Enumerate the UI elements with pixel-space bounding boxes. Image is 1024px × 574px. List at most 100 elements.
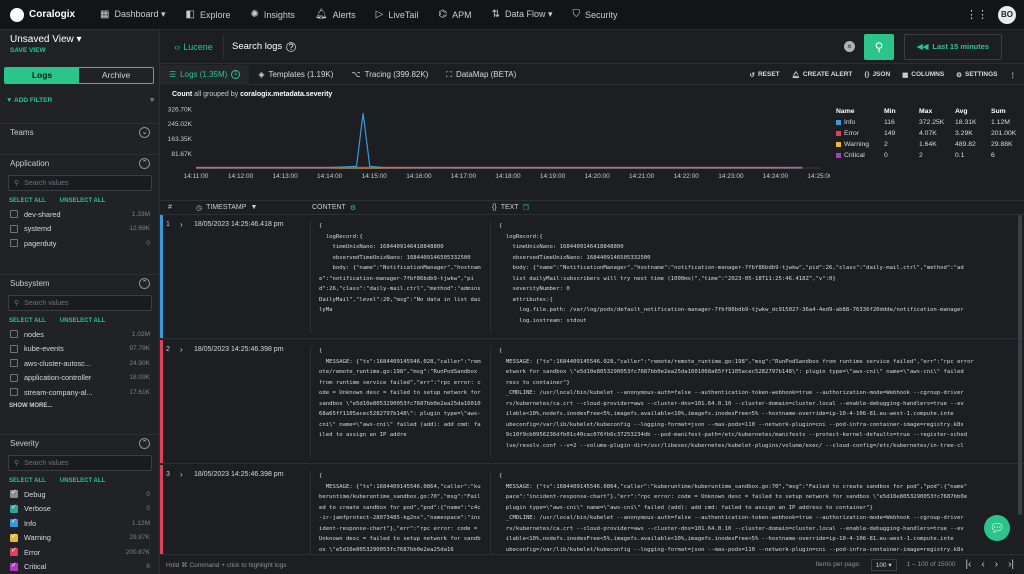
columns-button[interactable]: ▦ COLUMNS xyxy=(902,71,944,79)
legend-row[interactable]: Warning 2 1.64K 489.82 29.88K xyxy=(836,139,1020,150)
subsystem-search-input[interactable]: ⚲ Search values xyxy=(8,295,152,311)
chevron-right-icon[interactable]: › xyxy=(180,470,183,479)
items-per-page-select[interactable]: 100 ▾ xyxy=(870,558,897,571)
column-content[interactable]: CONTENT ⚙ xyxy=(312,204,356,212)
logs-tab[interactable]: Logs xyxy=(5,68,79,83)
checkbox[interactable] xyxy=(10,210,18,219)
application-search-input[interactable]: ⚲ Search values xyxy=(8,175,152,191)
legend-row[interactable]: Error 149 4.07K 3.29K 201.00K xyxy=(836,128,1020,139)
checkbox[interactable] xyxy=(10,517,18,528)
filter-item[interactable]: stream-company-al... 17.61K xyxy=(0,385,159,400)
tab-templates[interactable]: ◈ Templates (1.19K) xyxy=(249,65,342,85)
checkbox[interactable] xyxy=(10,330,18,339)
checkbox[interactable] xyxy=(10,373,18,382)
filter-item[interactable]: application-controller 18.09K xyxy=(0,371,159,386)
checkbox[interactable] xyxy=(10,561,18,571)
tab-logs[interactable]: ☰ Logs (1.35M) 1 xyxy=(160,64,250,85)
column-text[interactable]: {} TEXT ❐ xyxy=(492,204,529,212)
collapse-sidebar-icon[interactable]: ≡ xyxy=(150,97,154,104)
avatar[interactable]: BO xyxy=(998,5,1016,24)
filter-item[interactable]: Verbose 0 xyxy=(0,502,159,517)
table-row[interactable]: 2 › 18/05/2023 14:25:46.398 pm { MESSAGE: {… xyxy=(160,340,1024,464)
coralogix-logo[interactable]: Coralogix xyxy=(0,7,90,22)
search-input[interactable]: Search logs ? × xyxy=(224,35,864,59)
reset-button[interactable]: ↺ RESET xyxy=(750,71,780,79)
filter-item[interactable]: Debug 0 xyxy=(0,487,159,502)
save-view-link[interactable]: SAVE VIEW xyxy=(0,45,159,56)
nav-item-dashboard[interactable]: ▦ Dashboard ▾ xyxy=(90,0,176,30)
chevron-down-icon[interactable]: ⌄ xyxy=(139,126,150,138)
nav-item-livetail[interactable]: ▷ LiveTail xyxy=(366,0,429,30)
settings-button[interactable]: ⚙ SETTINGS xyxy=(956,71,997,79)
filter-item[interactable]: pagerduty 0 xyxy=(0,236,159,251)
view-title[interactable]: Unsaved View ▾ xyxy=(0,30,159,45)
checkbox[interactable] xyxy=(10,239,18,248)
select-all-button[interactable]: SELECT ALL xyxy=(9,318,46,324)
create-alert-button[interactable]: 🔔︎ CREATE ALERT xyxy=(792,71,853,79)
clear-search-icon[interactable]: × xyxy=(844,41,855,52)
checkbox[interactable] xyxy=(10,503,18,513)
chevron-up-icon[interactable]: ⌃ xyxy=(139,437,150,449)
select-all-button[interactable]: SELECT ALL xyxy=(9,198,46,204)
series-line-info[interactable] xyxy=(196,113,803,169)
checkbox[interactable] xyxy=(10,488,18,499)
checkbox[interactable] xyxy=(10,388,18,397)
lucene-toggle[interactable]: ‹› Lucene xyxy=(164,34,224,59)
filter-item[interactable]: aws-cluster-autosc... 24.90K xyxy=(0,356,159,371)
next-page-icon[interactable]: › xyxy=(995,559,998,570)
teams-header[interactable]: Teams ⌄ xyxy=(0,124,159,140)
chevron-right-icon[interactable]: › xyxy=(180,220,183,229)
time-range-picker[interactable]: ◀◀ Last 15 minutes xyxy=(904,33,1002,60)
show-more-button[interactable]: SHOW MORE... xyxy=(0,400,159,412)
chat-icon[interactable]: 💬︎ xyxy=(984,515,1010,541)
nav-item-apm[interactable]: ⌬ APM xyxy=(428,0,481,30)
table-row[interactable]: 1 › 18/05/2023 14:25:46.418 pm { logRecord:… xyxy=(160,215,1024,339)
filter-item[interactable]: systemd 12.69K xyxy=(0,222,159,237)
tab-datamap[interactable]: ⛶ DataMap (BETA) xyxy=(437,65,525,85)
filter-item[interactable]: Error 200.87K xyxy=(0,545,159,560)
nav-item-explore[interactable]: ◧ Explore xyxy=(176,0,241,30)
filter-item[interactable]: Info 1.12M xyxy=(0,516,159,531)
filter-item[interactable]: nodes 1.02M xyxy=(0,327,159,342)
legend-row[interactable]: Critical 0 2 0.1 6 xyxy=(836,150,1020,161)
filter-item[interactable]: Warning 29.87K xyxy=(0,531,159,546)
checkbox[interactable] xyxy=(10,224,18,233)
apps-grid-icon[interactable]: ⋮⋮ xyxy=(966,8,988,21)
more-icon[interactable]: ⋮ xyxy=(1010,71,1017,79)
nav-item-insights[interactable]: ✺ Insights xyxy=(240,0,304,30)
table-row[interactable]: 3 › 18/05/2023 14:25:46.398 pm { MESSAGE: {… xyxy=(160,465,1024,554)
help-icon[interactable]: ? xyxy=(286,41,297,52)
search-button[interactable]: ⚲ xyxy=(864,33,894,60)
checkbox[interactable] xyxy=(10,546,18,557)
legend-row[interactable]: Info 116 372.25K 18.31K 1.12M xyxy=(836,117,1020,128)
select-all-button[interactable]: SELECT ALL xyxy=(9,478,46,484)
nav-item-alerts[interactable]: 🔔︎ Alerts xyxy=(305,0,366,30)
subsystem-header[interactable]: Subsystem ⌃ xyxy=(0,275,159,291)
checkbox[interactable] xyxy=(10,532,18,542)
filter-item[interactable]: Critical 6 xyxy=(0,560,159,574)
last-page-icon[interactable]: ›| xyxy=(1008,559,1014,570)
filter-item[interactable]: kube-events 97.79K xyxy=(0,342,159,357)
vertical-scrollbar[interactable] xyxy=(1018,215,1022,515)
archive-tab[interactable]: Archive xyxy=(79,68,153,83)
add-filter-button[interactable]: ▼ ADD FILTER xyxy=(6,97,52,104)
first-page-icon[interactable]: |‹ xyxy=(965,559,971,570)
unselect-all-button[interactable]: UNSELECT ALL xyxy=(60,318,105,324)
prev-page-icon[interactable]: ‹ xyxy=(981,559,984,570)
chevron-right-icon[interactable]: › xyxy=(180,345,183,354)
severity-header[interactable]: Severity ⌃ xyxy=(0,435,159,451)
nav-item-security[interactable]: ⛉ Security xyxy=(563,0,628,30)
unselect-all-button[interactable]: UNSELECT ALL xyxy=(60,198,105,204)
application-header[interactable]: Application ⌃ xyxy=(0,155,159,171)
severity-search-input[interactable]: ⚲ Search values xyxy=(8,455,152,471)
column-timestamp[interactable]: ◷ TIMESTAMP ▼ xyxy=(196,204,257,212)
nav-item-data-flow[interactable]: ⇅ Data Flow ▾ xyxy=(482,0,563,30)
chevron-up-icon[interactable]: ⌃ xyxy=(139,277,150,289)
unselect-all-button[interactable]: UNSELECT ALL xyxy=(60,478,105,484)
checkbox[interactable] xyxy=(10,359,18,368)
filter-item[interactable]: dev-shared 1.33M xyxy=(0,207,159,222)
tab-tracing[interactable]: ⌥ Tracing (399.82K) xyxy=(342,65,437,85)
json-button[interactable]: {} JSON xyxy=(864,71,890,79)
chevron-up-icon[interactable]: ⌃ xyxy=(139,157,150,169)
checkbox[interactable] xyxy=(10,344,18,353)
